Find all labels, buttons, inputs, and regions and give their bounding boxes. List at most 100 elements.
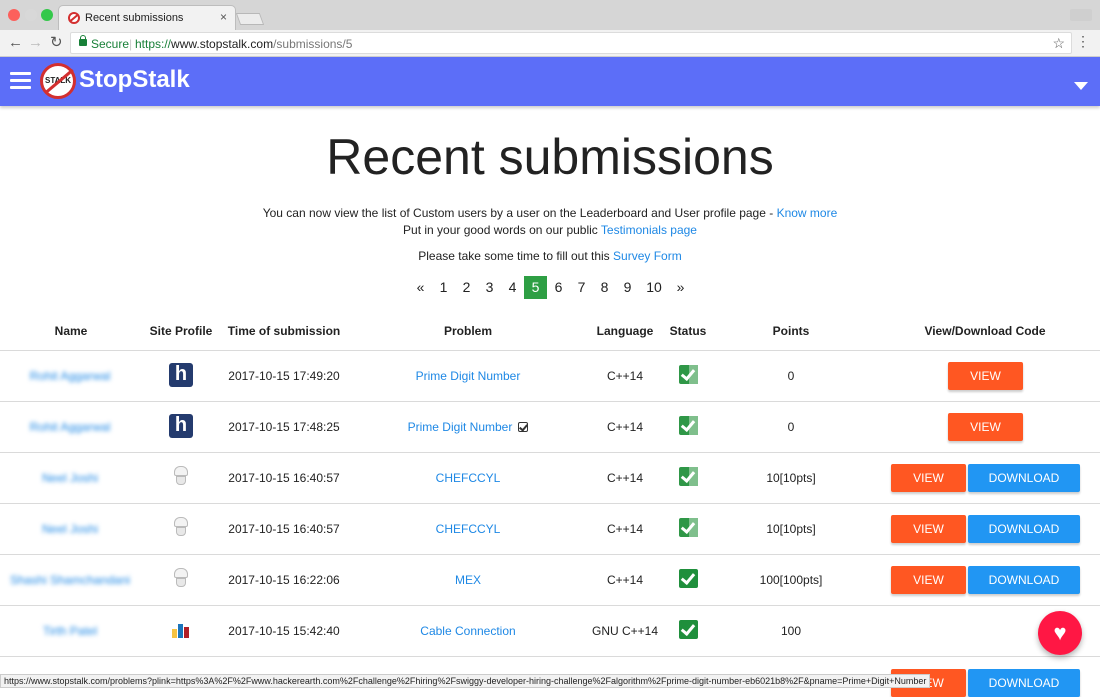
notice-line-2: Put in your good words on our public Tes… xyxy=(403,223,697,237)
hamburger-menu-icon[interactable] xyxy=(10,72,31,90)
download-button[interactable]: DOWNLOAD xyxy=(968,464,1080,492)
page-link-5-active[interactable]: 5 xyxy=(524,276,547,299)
problem-link[interactable]: Prime Digit Number xyxy=(368,369,568,383)
problem-cell: Prime Digit Number xyxy=(368,420,568,434)
brand-name[interactable]: StopStalk xyxy=(79,66,190,94)
favicon-icon xyxy=(68,12,80,24)
points: 100[100pts] xyxy=(759,573,823,587)
feedback-fab[interactable]: ♥ xyxy=(1038,611,1082,655)
accepted-status-icon xyxy=(679,620,698,639)
user-name-link[interactable]: Rohit Aggarwal xyxy=(0,369,140,383)
user-name-link[interactable]: Shashi Shamchandani xyxy=(0,573,140,587)
user-name-link[interactable]: Tirth Patel xyxy=(0,624,140,638)
user-name-link[interactable]: Rohit Aggarwal xyxy=(0,420,140,434)
language: GNU C++14 xyxy=(591,624,659,638)
language: C++14 xyxy=(606,420,644,434)
accepted-status-icon xyxy=(679,416,698,435)
hackerearth-icon[interactable]: h xyxy=(169,414,193,438)
window-close-button[interactable] xyxy=(8,9,20,21)
view-button[interactable]: VIEW xyxy=(948,362,1023,390)
submission-time: 2017-10-15 16:22:06 xyxy=(228,573,340,587)
codechef-icon[interactable] xyxy=(173,568,189,588)
hackerearth-icon[interactable]: h xyxy=(169,363,193,387)
browser-tab-strip: Recent submissions × xyxy=(0,0,1100,30)
address-separator: | xyxy=(129,37,133,51)
browser-tab[interactable]: Recent submissions × xyxy=(58,5,236,30)
url-text: https://www.stopstalk.com/submissions/5 xyxy=(135,37,353,51)
submission-time: 2017-10-15 15:42:40 xyxy=(228,624,340,638)
accepted-status-icon xyxy=(679,518,698,537)
page-title: Recent submissions xyxy=(326,129,774,185)
download-button[interactable]: DOWNLOAD xyxy=(968,566,1080,594)
tab-close-icon[interactable]: × xyxy=(220,10,227,24)
bookmark-star-icon[interactable]: ☆ xyxy=(1052,35,1065,52)
codechef-icon[interactable] xyxy=(173,517,189,537)
window-maximize-button[interactable] xyxy=(41,9,53,21)
download-button[interactable]: DOWNLOAD xyxy=(968,669,1080,697)
testimonials-link[interactable]: Testimonials page xyxy=(601,223,697,237)
dropdown-caret-icon[interactable] xyxy=(1074,82,1088,90)
page-link-9[interactable]: 9 xyxy=(616,276,639,299)
view-button[interactable]: VIEW xyxy=(891,464,966,492)
table-row: Neel Joshi 2017-10-15 16:40:57 CHEFCCYL … xyxy=(0,504,1100,555)
header-code: View/Download Code xyxy=(924,324,1046,338)
problem-link[interactable]: Prime Digit Number xyxy=(408,420,513,434)
back-arrow-icon[interactable]: ← xyxy=(8,34,23,51)
points: 10[10pts] xyxy=(766,522,816,536)
lock-icon xyxy=(79,35,87,46)
page-link-4[interactable]: 4 xyxy=(501,276,524,299)
editorial-check-icon[interactable] xyxy=(518,422,529,432)
table-row: Tirth Patel 2017-10-15 15:42:40 Cable Co… xyxy=(0,606,1100,657)
header-problem: Problem xyxy=(443,324,492,338)
profile-icon[interactable] xyxy=(1070,9,1092,21)
page-link-3[interactable]: 3 xyxy=(478,276,501,299)
accepted-status-icon xyxy=(679,365,698,384)
page-link-1[interactable]: 1 xyxy=(432,276,455,299)
window-minimize-button[interactable] xyxy=(25,9,37,21)
points: 0 xyxy=(787,369,795,383)
know-more-link[interactable]: Know more xyxy=(777,206,838,220)
pagination-prev[interactable]: « xyxy=(409,276,432,299)
view-button[interactable]: VIEW xyxy=(891,515,966,543)
problem-link[interactable]: CHEFCCYL xyxy=(368,471,568,485)
points: 0 xyxy=(787,420,795,434)
problem-link[interactable]: MEX xyxy=(368,573,568,587)
language: C++14 xyxy=(606,573,644,587)
problem-link[interactable]: CHEFCCYL xyxy=(368,522,568,536)
view-button[interactable]: VIEW xyxy=(891,566,966,594)
table-row: Rohit Aggarwal h 2017-10-15 17:48:25 Pri… xyxy=(0,402,1100,453)
page-link-6[interactable]: 6 xyxy=(547,276,570,299)
codechef-icon[interactable] xyxy=(173,466,189,486)
table-row: Shashi Shamchandani 2017-10-15 16:22:06 … xyxy=(0,555,1100,606)
download-button[interactable]: DOWNLOAD xyxy=(968,515,1080,543)
forward-arrow-icon[interactable]: → xyxy=(28,34,43,51)
header-name: Name xyxy=(54,324,88,338)
pagination: « 1 2 3 4 5 6 7 8 9 10 » xyxy=(409,276,692,299)
new-tab-button[interactable] xyxy=(235,13,265,25)
address-bar[interactable]: Secure | https://www.stopstalk.com/submi… xyxy=(70,32,1072,54)
accepted-status-icon xyxy=(679,467,698,486)
user-name-link[interactable]: Neel Joshi xyxy=(0,522,140,536)
header-time: Time of submission xyxy=(227,324,341,338)
user-name-link[interactable]: Neel Joshi xyxy=(0,471,140,485)
browser-menu-icon[interactable]: ⋮ xyxy=(1076,33,1090,50)
stopstalk-logo-icon[interactable]: STALK xyxy=(40,63,76,99)
reload-icon[interactable]: ↻ xyxy=(50,33,63,51)
header-status: Status xyxy=(669,324,707,338)
submission-time: 2017-10-15 16:40:57 xyxy=(228,471,340,485)
page-link-8[interactable]: 8 xyxy=(593,276,616,299)
page-link-7[interactable]: 7 xyxy=(570,276,593,299)
pagination-next[interactable]: » xyxy=(669,276,692,299)
codeforces-icon[interactable] xyxy=(172,624,192,638)
view-button[interactable]: VIEW xyxy=(948,413,1023,441)
page-link-10[interactable]: 10 xyxy=(639,276,669,299)
language: C++14 xyxy=(606,369,644,383)
header-points: Points xyxy=(772,324,810,338)
problem-link[interactable]: Cable Connection xyxy=(368,624,568,638)
heart-icon: ♥ xyxy=(1053,620,1067,645)
survey-form-link[interactable]: Survey Form xyxy=(613,249,682,263)
page-link-2[interactable]: 2 xyxy=(455,276,478,299)
survey-line: Please take some time to fill out this S… xyxy=(418,249,682,263)
accepted-status-icon xyxy=(679,569,698,588)
table-row: Rohit Aggarwal h 2017-10-15 17:49:20 Pri… xyxy=(0,351,1100,402)
